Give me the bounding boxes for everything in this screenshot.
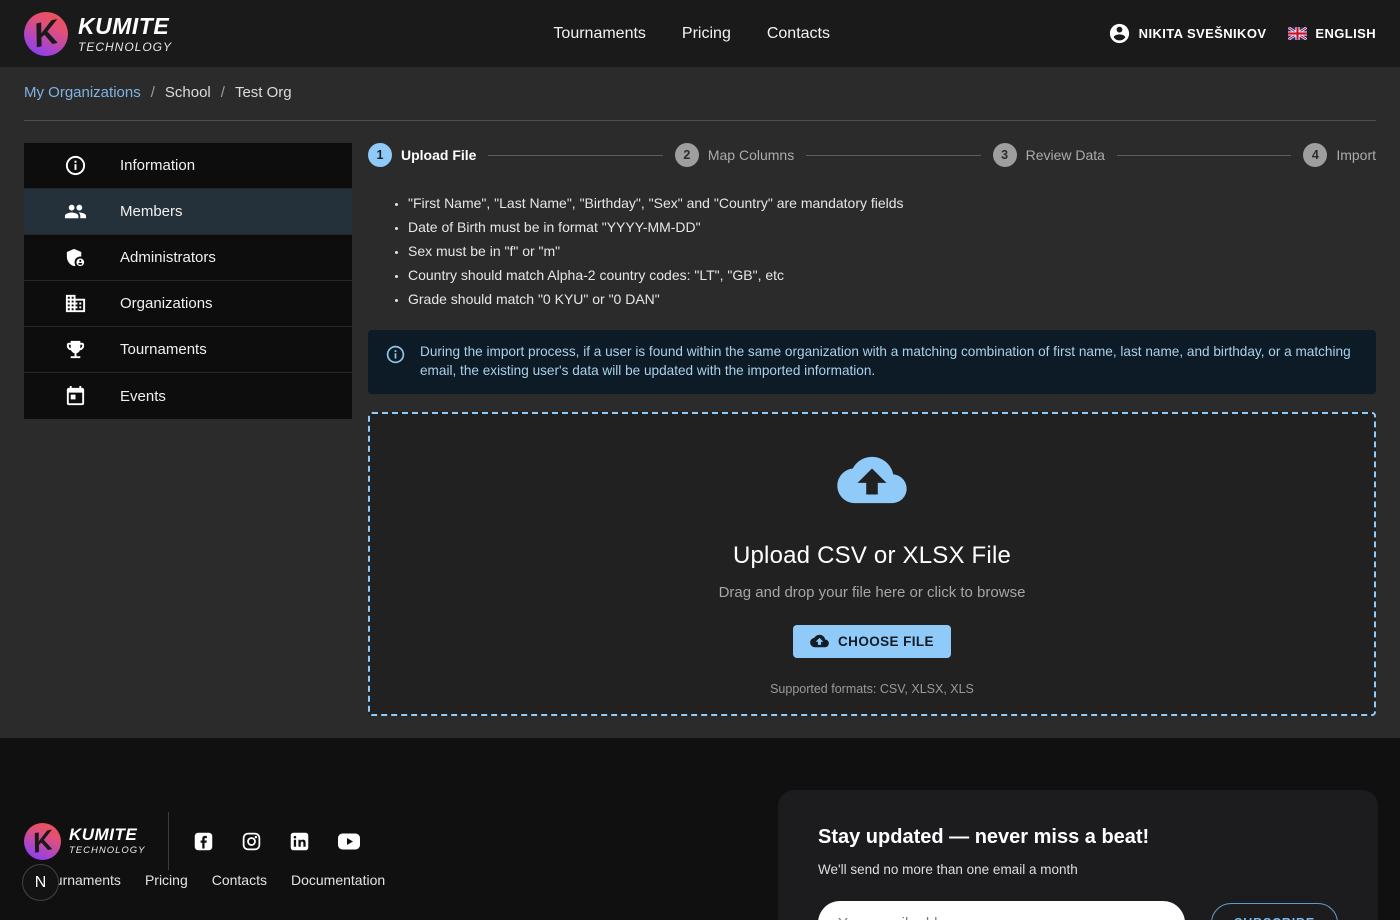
brand-logo[interactable]: K KUMITE TECHNOLOGY [24,12,172,56]
breadcrumb-test-org: Test Org [235,84,292,101]
newsletter-title: Stay updated — never miss a beat! [818,826,1338,849]
youtube-icon[interactable] [337,831,361,852]
rule-item: "First Name", "Last Name", "Birthday", "… [408,194,1376,213]
alert-text: During the import process, if a user is … [420,343,1359,381]
rule-item: Country should match Alpha-2 country cod… [408,266,1376,285]
step-import: 4 Import [1303,143,1376,167]
user-name: NIKITA SVEŠNIKOV [1139,26,1267,41]
step-label: Map Columns [708,147,794,163]
sidebar-item-information[interactable]: Information [24,143,352,189]
sidebar-item-administrators[interactable]: Administrators [24,235,352,281]
step-map-columns: 2 Map Columns [675,143,794,167]
sidebar-item-label: Events [120,388,166,405]
user-menu[interactable]: NIKITA SVEŠNIKOV [1108,22,1267,45]
top-navbar: K KUMITE TECHNOLOGY Tournaments Pricing … [0,0,1400,67]
import-info-alert: During the import process, if a user is … [368,330,1376,394]
subscribe-button[interactable]: SUBSCRIBE [1211,903,1338,920]
rule-item: Grade should match "0 KYU" or "0 DAN" [408,290,1376,309]
footer-link-contacts[interactable]: Contacts [212,872,267,888]
footer: K KUMITE TECHNOLOGY Tournaments Pricing … [0,738,1400,920]
trophy-icon [64,338,87,361]
footer-links: Tournaments Pricing Contacts Documentati… [40,872,385,888]
instagram-icon[interactable] [241,831,262,852]
brand-name: KUMITE [69,826,146,843]
social-links [193,831,361,852]
sidebar-item-organizations[interactable]: Organizations [24,281,352,327]
cloud-upload-icon [810,634,829,648]
brand-logo-icon: K [24,823,61,860]
facebook-icon[interactable] [193,831,214,852]
calendar-icon [64,385,87,408]
main-nav: Tournaments Pricing Contacts [553,0,830,67]
building-icon [64,292,87,315]
import-wizard: 1 Upload File 2 Map Columns 3 Review Dat… [368,143,1376,716]
breadcrumb-school[interactable]: School [165,84,211,101]
choose-file-label: CHOOSE FILE [838,634,934,649]
brand-tagline: TECHNOLOGY [69,846,146,856]
breadcrumb-separator: / [151,84,155,101]
nav-link-pricing[interactable]: Pricing [682,25,731,43]
step-number: 1 [368,143,392,167]
brand-tagline: TECHNOLOGY [78,41,172,53]
step-label: Upload File [401,147,476,163]
sidebar-item-label: Members [120,203,183,220]
step-number: 3 [993,143,1017,167]
footer-link-documentation[interactable]: Documentation [291,872,385,888]
newsletter-subtitle: We'll send no more than one email a mont… [818,862,1338,877]
language-selector[interactable]: ENGLISH [1288,26,1376,41]
import-rules-list: "First Name", "Last Name", "Birthday", "… [408,194,1376,309]
sidebar-item-tournaments[interactable]: Tournaments [24,327,352,373]
sidebar-item-label: Tournaments [120,341,207,358]
step-label: Import [1336,147,1376,163]
step-connector [1117,155,1291,156]
sidebar-item-events[interactable]: Events [24,373,352,419]
newsletter-card: Stay updated — never miss a beat! We'll … [778,790,1378,920]
cloud-upload-icon [836,454,908,506]
step-number: 2 [675,143,699,167]
choose-file-button[interactable]: CHOOSE FILE [793,625,951,658]
step-number: 4 [1303,143,1327,167]
nav-link-contacts[interactable]: Contacts [767,25,830,43]
info-icon [64,154,87,177]
floating-widget-button[interactable]: N [22,864,59,901]
linkedin-icon[interactable] [289,831,310,852]
brand-logo-icon: K [24,12,68,56]
rule-item: Date of Birth must be in format "YYYY-MM… [408,218,1376,237]
dropzone-subtitle: Drag and drop your file here or click to… [719,584,1026,601]
sidebar-item-members[interactable]: Members [24,189,352,235]
footer-link-pricing[interactable]: Pricing [145,872,188,888]
step-upload-file: 1 Upload File [368,143,476,167]
rule-item: Sex must be in "f" or "m" [408,242,1376,261]
breadcrumb: My Organizations / School / Test Org [0,67,1400,101]
footer-divider [168,812,169,870]
step-label: Review Data [1026,147,1105,163]
sidebar-item-label: Administrators [120,249,216,266]
step-connector [488,155,662,156]
import-stepper: 1 Upload File 2 Map Columns 3 Review Dat… [368,143,1376,167]
sidebar-item-label: Organizations [120,295,213,312]
step-review-data: 3 Review Data [993,143,1105,167]
footer-brand-logo[interactable]: K KUMITE TECHNOLOGY [24,823,146,860]
brand-name: KUMITE [78,15,172,38]
breadcrumb-my-organizations[interactable]: My Organizations [24,84,141,101]
info-icon [385,344,406,365]
members-icon [64,200,87,223]
newsletter-email-input[interactable] [818,901,1185,920]
step-connector [806,155,980,156]
file-dropzone[interactable]: Upload CSV or XLSX File Drag and drop yo… [368,412,1376,716]
breadcrumb-separator: / [221,84,225,101]
admin-shield-icon [64,246,87,269]
supported-formats: Supported formats: CSV, XLSX, XLS [770,682,974,696]
language-label: ENGLISH [1315,26,1376,41]
org-sidebar: Information Members Administrators Organ… [24,143,352,419]
sidebar-item-label: Information [120,157,195,174]
nav-link-tournaments[interactable]: Tournaments [553,25,646,43]
uk-flag-icon [1288,27,1307,40]
account-icon [1108,22,1131,45]
dropzone-title: Upload CSV or XLSX File [733,542,1011,570]
page: K KUMITE TECHNOLOGY Tournaments Pricing … [0,0,1400,920]
